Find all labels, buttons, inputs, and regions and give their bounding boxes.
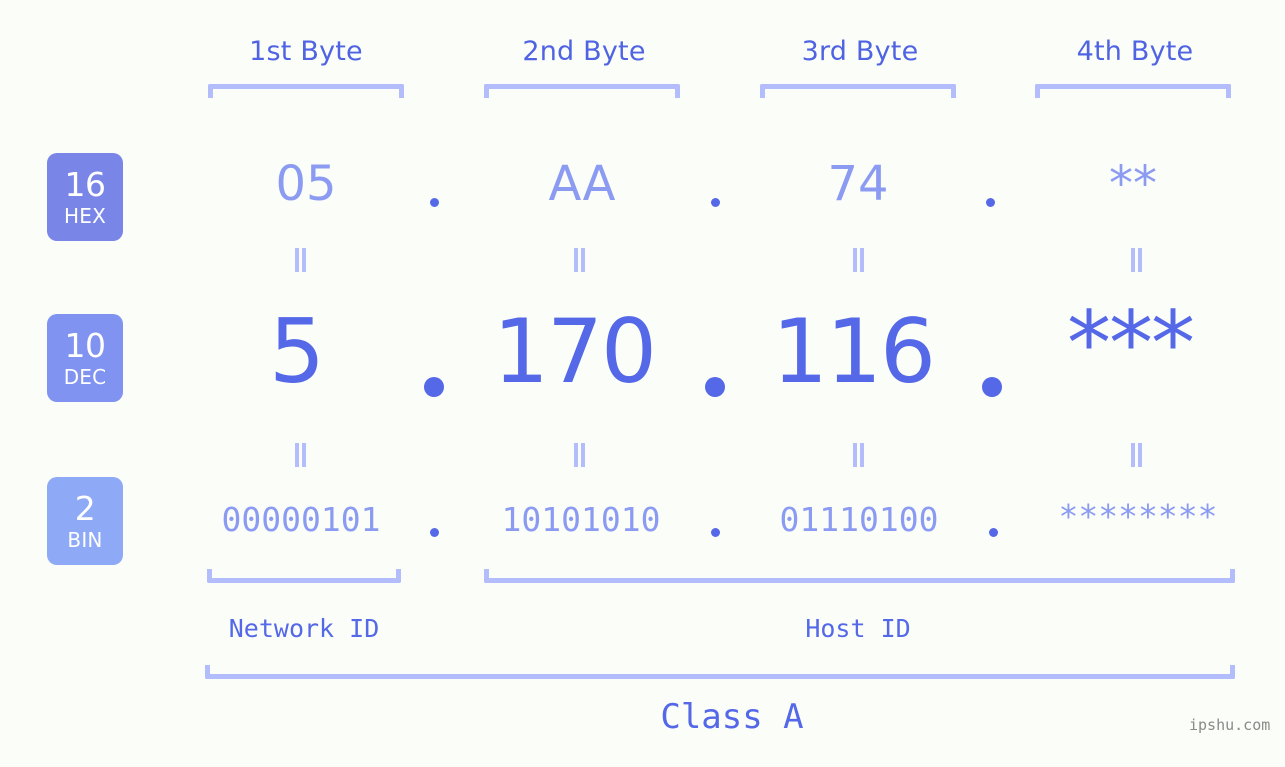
class-bracket [205, 665, 1235, 679]
base-badge-dec-name: DEC [63, 365, 107, 389]
base-badge-hex[interactable]: 16 HEX [47, 153, 123, 241]
equivalence-mark-hex-dec-4 [1129, 248, 1144, 272]
dec-separator-2 [705, 377, 725, 397]
base-badge-hex-name: HEX [64, 204, 106, 228]
network-id-bracket [207, 569, 401, 583]
hex-octet-1: 05 [275, 156, 337, 212]
base-badge-dec-number: 10 [64, 326, 107, 365]
byte-header-label-2: 2nd Byte [522, 36, 646, 67]
equivalence-mark-dec-bin-2 [572, 443, 587, 467]
class-label: Class A [660, 697, 804, 737]
network-id-label: Network ID [228, 614, 380, 643]
byte-header-label-3: 3rd Byte [801, 36, 919, 67]
hex-separator-2 [711, 198, 720, 207]
byte-header-label-4: 4th Byte [1076, 36, 1194, 67]
equivalence-mark-dec-bin-3 [851, 443, 866, 467]
equivalence-mark-dec-bin-4 [1129, 443, 1144, 467]
base-badge-dec[interactable]: 10 DEC [47, 314, 123, 402]
bin-octet-2: 10101010 [501, 500, 661, 539]
byte-bracket-1 [208, 84, 404, 98]
equivalence-mark-hex-dec-1 [293, 248, 308, 272]
watermark: ipshu.com [1189, 716, 1271, 734]
base-badge-bin-number: 2 [74, 489, 96, 528]
bin-separator-1 [430, 528, 439, 537]
hex-octet-2: AA [548, 156, 616, 212]
byte-bracket-2 [484, 84, 680, 98]
byte-bracket-3 [760, 84, 956, 98]
dec-separator-3 [982, 377, 1002, 397]
byte-bracket-4 [1035, 84, 1231, 98]
bin-octet-3: 01110100 [779, 500, 939, 539]
hex-separator-3 [986, 198, 995, 207]
dec-octet-4: *** [1067, 292, 1195, 395]
base-badge-bin-name: BIN [67, 528, 103, 552]
byte-header-label-1: 1st Byte [249, 36, 363, 67]
base-badge-bin[interactable]: 2 BIN [47, 477, 123, 565]
dec-octet-1: 5 [269, 300, 325, 403]
equivalence-mark-dec-bin-1 [293, 443, 308, 467]
bin-octet-1: 00000101 [221, 500, 381, 539]
equivalence-mark-hex-dec-2 [572, 248, 587, 272]
hex-octet-3: 74 [827, 156, 889, 212]
host-id-bracket [484, 569, 1235, 583]
bin-octet-4: ******** [1058, 497, 1218, 536]
bin-separator-2 [711, 528, 720, 537]
dec-octet-2: 170 [493, 300, 657, 403]
host-id-label: Host ID [805, 614, 911, 643]
hex-octet-4: ** [1109, 156, 1157, 212]
dec-octet-3: 116 [772, 300, 936, 403]
base-badge-hex-number: 16 [64, 165, 107, 204]
equivalence-mark-hex-dec-3 [851, 248, 866, 272]
bin-separator-3 [989, 528, 998, 537]
dec-separator-1 [424, 377, 444, 397]
hex-separator-1 [430, 198, 439, 207]
ip-address-breakdown-diagram: 1st Byte 2nd Byte 3rd Byte 4th Byte 16 H… [0, 0, 1285, 767]
